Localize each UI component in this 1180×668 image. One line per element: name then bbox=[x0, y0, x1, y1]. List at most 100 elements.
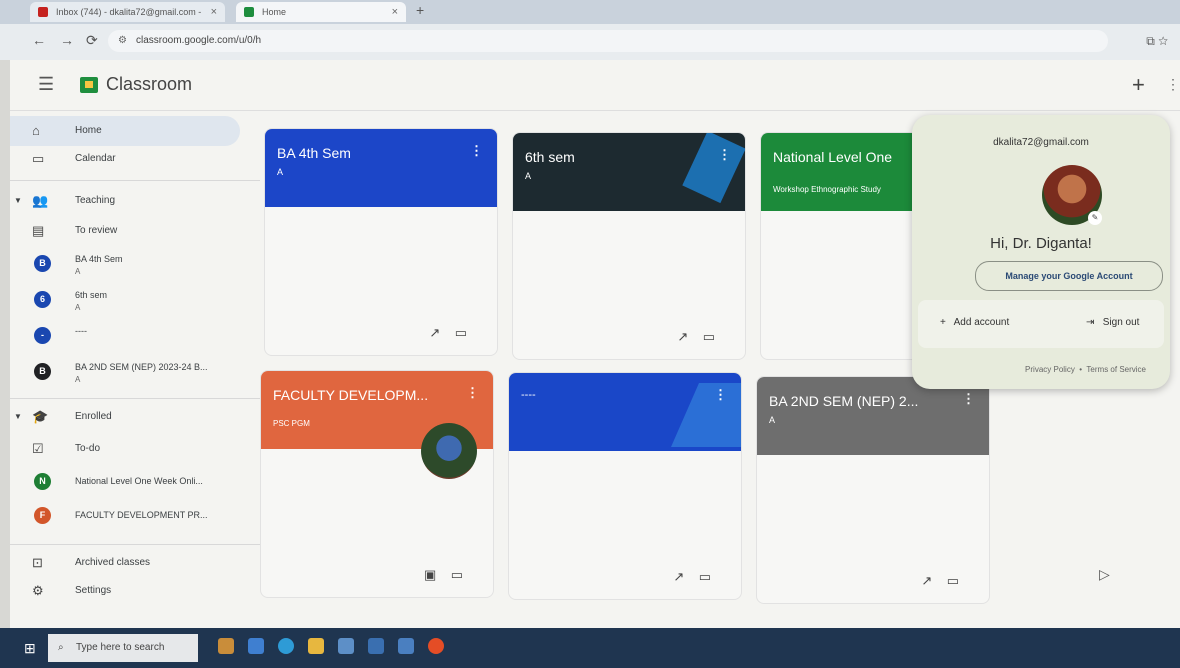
terms-link[interactable]: Terms of Service bbox=[1086, 365, 1146, 374]
sidebar-item-class[interactable]: F FACULTY DEVELOPMENT PR... bbox=[10, 500, 240, 530]
card-title[interactable]: ---- bbox=[521, 389, 536, 401]
trending-icon[interactable]: ↗ bbox=[677, 329, 688, 344]
expand-arrow-icon[interactable]: ▼ bbox=[14, 402, 22, 432]
manage-account-button[interactable]: Manage your Google Account bbox=[975, 261, 1163, 291]
sidebar-item-archived[interactable]: ⊡ Archived classes bbox=[10, 548, 240, 578]
sidebar-item-class[interactable]: B BA 4th Sem A bbox=[10, 248, 240, 282]
sidebar-item-enrolled[interactable]: ▼ 🎓 Enrolled bbox=[10, 402, 240, 432]
search-icon: ⌕ bbox=[58, 642, 64, 653]
sidebar-item-class[interactable]: B BA 2ND SEM (NEP) 2023-24 B... A bbox=[10, 356, 240, 390]
more-options-icon[interactable]: ⋮ bbox=[714, 387, 727, 403]
file-explorer-icon[interactable] bbox=[308, 638, 324, 654]
card-subtitle: A bbox=[525, 171, 532, 181]
more-options-icon[interactable]: ⋮ bbox=[962, 391, 975, 407]
more-options-icon[interactable]: ⋮ bbox=[470, 143, 483, 159]
class-avatar: - bbox=[34, 327, 51, 344]
card-title[interactable]: FACULTY DEVELOPM... bbox=[273, 387, 428, 403]
to-review-icon: ▤ bbox=[32, 223, 45, 238]
apps-grid-icon[interactable]: ⋮⋮ bbox=[1166, 76, 1180, 93]
classroom-icon bbox=[244, 7, 254, 17]
class-section: A bbox=[75, 375, 81, 384]
add-account-label: Add account bbox=[953, 317, 1010, 328]
card-subtitle: A bbox=[277, 167, 284, 177]
card-banner[interactable]: ---- ⋮ bbox=[509, 373, 741, 451]
card-banner[interactable]: National Level One Workshop Ethnographic… bbox=[761, 133, 931, 211]
card-actions: ↗ ▭ bbox=[677, 329, 715, 345]
class-name: FACULTY DEVELOPMENT PR... bbox=[75, 510, 208, 520]
site-settings-icon[interactable]: ⚙ bbox=[118, 30, 127, 52]
back-icon[interactable]: ← bbox=[32, 32, 46, 48]
class-avatar: N bbox=[34, 473, 51, 490]
sidebar-item-todo[interactable]: ☑ To-do bbox=[10, 434, 240, 464]
forward-icon[interactable]: → bbox=[60, 32, 74, 48]
sidebar-item-settings[interactable]: ⚙ Settings bbox=[10, 576, 240, 606]
folder-icon[interactable]: ▭ bbox=[455, 325, 467, 340]
card-title[interactable]: National Level One bbox=[773, 149, 892, 165]
class-card[interactable]: BA 4th Sem A ⋮ ↗ ▭ bbox=[264, 128, 498, 356]
account-popover: dkalita72@gmail.com ✎ Hi, Dr. Diganta! M… bbox=[912, 115, 1170, 389]
folder-icon[interactable]: ▭ bbox=[699, 569, 711, 584]
folder-icon[interactable]: ▭ bbox=[947, 573, 959, 588]
mouse-cursor-icon: ▷ bbox=[1099, 566, 1110, 582]
search-placeholder: Type here to search bbox=[76, 642, 165, 653]
card-title[interactable]: 6th sem bbox=[525, 149, 575, 165]
task-view-icon[interactable] bbox=[248, 638, 264, 654]
sidebar-item-to-review[interactable]: ▤ To review bbox=[10, 216, 240, 246]
sidebar-item-label: Enrolled bbox=[75, 411, 112, 422]
assignment-icon[interactable]: ▣ bbox=[424, 567, 436, 582]
card-actions: ▣ ▭ bbox=[424, 567, 463, 583]
new-tab-button[interactable]: + bbox=[416, 2, 424, 18]
trending-icon[interactable]: ↗ bbox=[673, 569, 684, 584]
bookmark-star-icon[interactable]: ⧉ ☆ bbox=[1146, 34, 1168, 49]
tab-gmail[interactable]: Inbox (744) - dkalita72@gmail.com - Gmai… bbox=[30, 2, 225, 37]
trending-icon[interactable]: ↗ bbox=[429, 325, 440, 340]
app-icon[interactable] bbox=[368, 638, 384, 654]
chrome-icon[interactable] bbox=[428, 638, 444, 654]
sign-out-button[interactable]: ⇥ Sign out bbox=[1086, 317, 1139, 328]
class-card[interactable]: National Level One Workshop Ethnographic… bbox=[760, 132, 932, 360]
windows-start-icon[interactable]: ⊞ bbox=[24, 640, 36, 657]
sidebar-item-calendar[interactable]: ▭ Calendar bbox=[10, 144, 240, 174]
widget-icon[interactable] bbox=[218, 638, 234, 654]
main-menu-icon[interactable]: ☰ bbox=[38, 74, 54, 95]
sidebar-item-label: Teaching bbox=[75, 195, 116, 206]
sidebar-item-class[interactable]: N National Level One Week Onli... bbox=[10, 466, 240, 496]
mail-icon[interactable] bbox=[338, 638, 354, 654]
more-options-icon[interactable]: ⋮ bbox=[718, 147, 731, 163]
class-card[interactable]: 6th sem A ⋮ ↗ ▭ bbox=[512, 132, 746, 360]
url-field[interactable]: ⚙ classroom.google.com/u/0/h bbox=[108, 30, 1108, 52]
close-icon[interactable]: × bbox=[392, 2, 398, 22]
sidebar-item-teaching[interactable]: ▼ 👥 Teaching bbox=[10, 186, 240, 216]
card-title[interactable]: BA 2ND SEM (NEP) 2... bbox=[769, 393, 918, 409]
class-card[interactable]: BA 2ND SEM (NEP) 2... A ⋮ ↗ ▭ bbox=[756, 376, 990, 604]
gmail-icon bbox=[38, 7, 48, 17]
more-options-icon[interactable]: ⋮ bbox=[466, 385, 479, 401]
class-card[interactable]: ---- ⋮ ↗ ▭ bbox=[508, 372, 742, 600]
folder-icon[interactable]: ▭ bbox=[451, 567, 463, 582]
card-title[interactable]: BA 4th Sem bbox=[277, 145, 351, 161]
folder-icon[interactable]: ▭ bbox=[703, 329, 715, 344]
edit-photo-icon[interactable]: ✎ bbox=[1088, 211, 1102, 225]
trending-icon[interactable]: ↗ bbox=[921, 573, 932, 588]
address-bar-row: ← → ⟳ ⚙ classroom.google.com/u/0/h ⧉ ☆ bbox=[0, 24, 1180, 60]
app-title[interactable]: Classroom bbox=[106, 74, 192, 95]
class-card[interactable]: FACULTY DEVELOPM... PSC PGM ⋮ ▣ ▭ bbox=[260, 370, 494, 598]
expand-arrow-icon[interactable]: ▼ bbox=[14, 186, 22, 216]
close-icon[interactable]: × bbox=[211, 2, 217, 22]
app-icon[interactable] bbox=[398, 638, 414, 654]
card-banner[interactable]: 6th sem A ⋮ bbox=[513, 133, 745, 211]
classroom-logo-icon bbox=[80, 77, 98, 93]
taskbar-search-input[interactable]: ⌕ Type here to search bbox=[48, 634, 198, 662]
privacy-link[interactable]: Privacy Policy bbox=[1025, 365, 1075, 374]
card-actions: ↗ ▭ bbox=[673, 569, 711, 585]
sidebar-item-home[interactable]: ⌂ Home bbox=[10, 116, 240, 146]
card-banner[interactable]: BA 4th Sem A ⋮ bbox=[265, 129, 497, 207]
tab-home[interactable]: Home × bbox=[236, 2, 406, 22]
add-account-button[interactable]: + Add account bbox=[940, 317, 1009, 328]
sidebar-item-class[interactable]: - ---- bbox=[10, 320, 240, 354]
create-join-button[interactable]: + bbox=[1132, 72, 1145, 98]
sidebar-item-class[interactable]: 6 6th sem A bbox=[10, 284, 240, 318]
reload-icon[interactable]: ⟳ bbox=[86, 32, 98, 49]
settings-icon: ⚙ bbox=[32, 583, 44, 598]
edge-icon[interactable] bbox=[278, 638, 294, 654]
